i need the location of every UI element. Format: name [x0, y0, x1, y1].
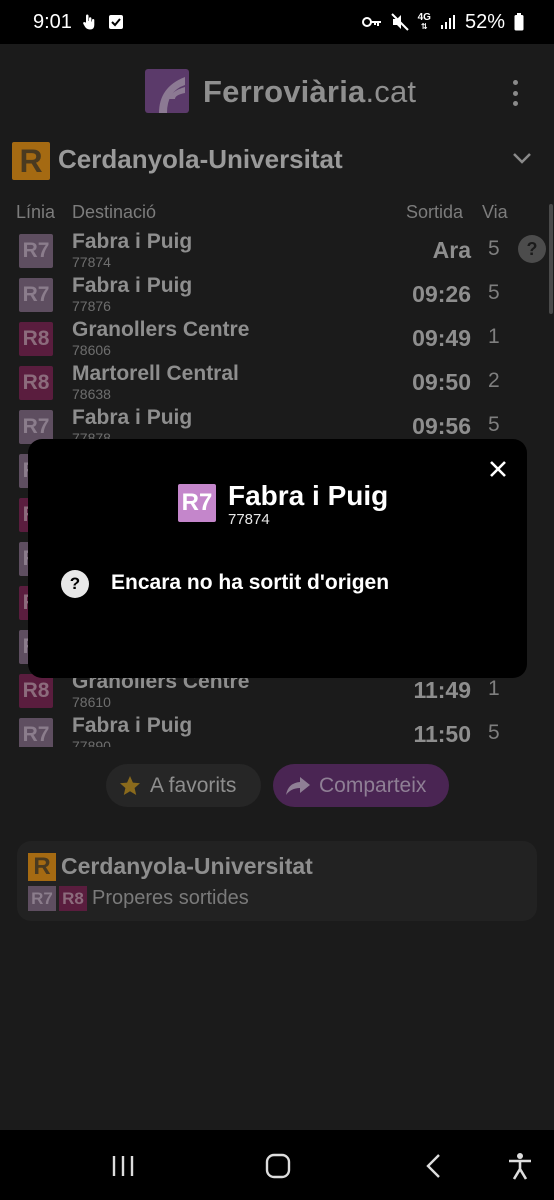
back-icon[interactable] — [419, 1152, 449, 1180]
more-options-icon[interactable] — [505, 80, 525, 106]
station-name: Cerdanyola-Universitat — [58, 144, 343, 174]
destination: Granollers Centre — [72, 318, 250, 341]
help-icon[interactable]: ? — [518, 235, 546, 263]
network-type: 4G ⇅ — [417, 12, 431, 32]
departure-row[interactable]: R7 Fabra i Puig 77876 09:26 5 — [0, 274, 554, 318]
platform: 1 — [488, 325, 500, 348]
line-badge-r7: R7 — [28, 886, 56, 911]
line-badge: R8 — [19, 674, 53, 708]
share-arrow-icon — [286, 776, 310, 795]
destination: Fabra i Puig — [72, 714, 193, 737]
train-status-message: Encara no ha sortit d'origen — [111, 571, 390, 594]
departure-time: 11:49 — [413, 677, 471, 703]
line-badge: R7 — [19, 278, 53, 312]
departure-time: 09:50 — [412, 369, 471, 395]
departure-time: 11:50 — [413, 721, 471, 747]
column-header-line: Línia — [16, 202, 56, 222]
ferroviaria-logo-icon — [145, 69, 189, 113]
modal-destination: Fabra i Puig — [228, 480, 389, 511]
line-badge: R8 — [19, 366, 53, 400]
train-number: 77890 — [72, 738, 111, 747]
question-icon: ? — [61, 570, 89, 598]
line-badge: R7 — [19, 718, 53, 747]
departure-row[interactable]: R7 Fabra i Puig 77890 11:50 5 — [0, 714, 554, 747]
accessibility-icon[interactable] — [505, 1152, 535, 1180]
check-box-icon — [108, 14, 124, 30]
status-time: 9:01 — [33, 10, 72, 33]
line-badge: R7 — [178, 484, 216, 522]
share-button[interactable]: Comparteix — [273, 764, 449, 807]
signal-icon — [440, 14, 456, 30]
system-navigation-bar — [0, 1130, 554, 1200]
destination: Fabra i Puig — [72, 406, 193, 429]
battery-percent: 52% — [464, 10, 505, 33]
column-header-platform: Via — [482, 202, 508, 222]
destination: Fabra i Puig — [72, 230, 193, 253]
destination: Martorell Central — [72, 362, 239, 385]
departure-time: 09:49 — [412, 325, 471, 351]
platform: 5 — [488, 721, 500, 744]
favorites-label: A favorits — [150, 773, 237, 797]
mute-icon — [390, 13, 409, 31]
recent-apps-icon[interactable] — [108, 1152, 138, 1180]
rodalies-badge: R — [28, 853, 56, 881]
line-badge: R7 — [19, 234, 53, 268]
scrollbar-thumb[interactable] — [549, 204, 553, 314]
line-badge-r8: R8 — [59, 886, 87, 911]
status-left: 9:01 — [33, 11, 124, 34]
departure-row[interactable]: R8 Granollers Centre 78606 09:49 1 — [0, 318, 554, 362]
departure-time: Ara — [432, 237, 471, 263]
departure-row[interactable]: R8 Martorell Central 78638 09:50 2 — [0, 362, 554, 406]
share-label: Comparteix — [319, 773, 427, 797]
platform: 1 — [488, 677, 500, 700]
status-right: 4G ⇅ 52% — [361, 10, 524, 34]
saved-station-subtitle: Properes sortides — [92, 887, 249, 909]
hand-icon — [82, 13, 98, 31]
app-header: Ferroviària.cat — [0, 44, 554, 136]
status-bar: 9:01 4G ⇅ 52% — [0, 0, 554, 44]
departure-time: 09:56 — [412, 413, 471, 439]
platform: 5 — [488, 413, 500, 436]
platform: 5 — [488, 281, 500, 304]
train-number: 77876 — [72, 298, 111, 314]
train-number: 77874 — [72, 254, 111, 270]
chevron-down-icon[interactable] — [510, 146, 534, 170]
column-header-departure: Sortida — [406, 202, 464, 222]
platform: 5 — [488, 237, 500, 260]
train-number: 78610 — [72, 694, 111, 710]
modal-train-number: 77874 — [228, 511, 270, 528]
brand-name: Ferroviària.cat — [203, 74, 417, 109]
home-icon[interactable] — [263, 1152, 293, 1180]
destination: Fabra i Puig — [72, 274, 193, 297]
key-icon — [361, 16, 382, 28]
rodalies-badge: R — [12, 142, 50, 180]
train-number: 78606 — [72, 342, 111, 358]
train-number: 78638 — [72, 386, 111, 402]
saved-station-card[interactable]: R Cerdanyola-Universitat R7 R8 Properes … — [17, 841, 537, 921]
column-header-destination: Destinació — [72, 202, 157, 222]
line-badge: R8 — [19, 322, 53, 356]
star-icon — [120, 775, 140, 795]
departure-time: 09:26 — [412, 281, 471, 307]
train-detail-modal: R7 Fabra i Puig 77874 ? Encara no ha sor… — [28, 439, 527, 678]
station-selector[interactable]: R Cerdanyola-Universitat — [12, 140, 542, 182]
platform: 2 — [488, 369, 500, 392]
close-icon[interactable] — [486, 457, 510, 481]
saved-station-name: Cerdanyola-Universitat — [61, 853, 313, 879]
add-to-favorites-button[interactable]: A favorits — [106, 764, 261, 807]
departure-row[interactable]: R7 Fabra i Puig 77874 Ara 5 ? — [0, 230, 554, 274]
battery-icon — [514, 13, 524, 31]
